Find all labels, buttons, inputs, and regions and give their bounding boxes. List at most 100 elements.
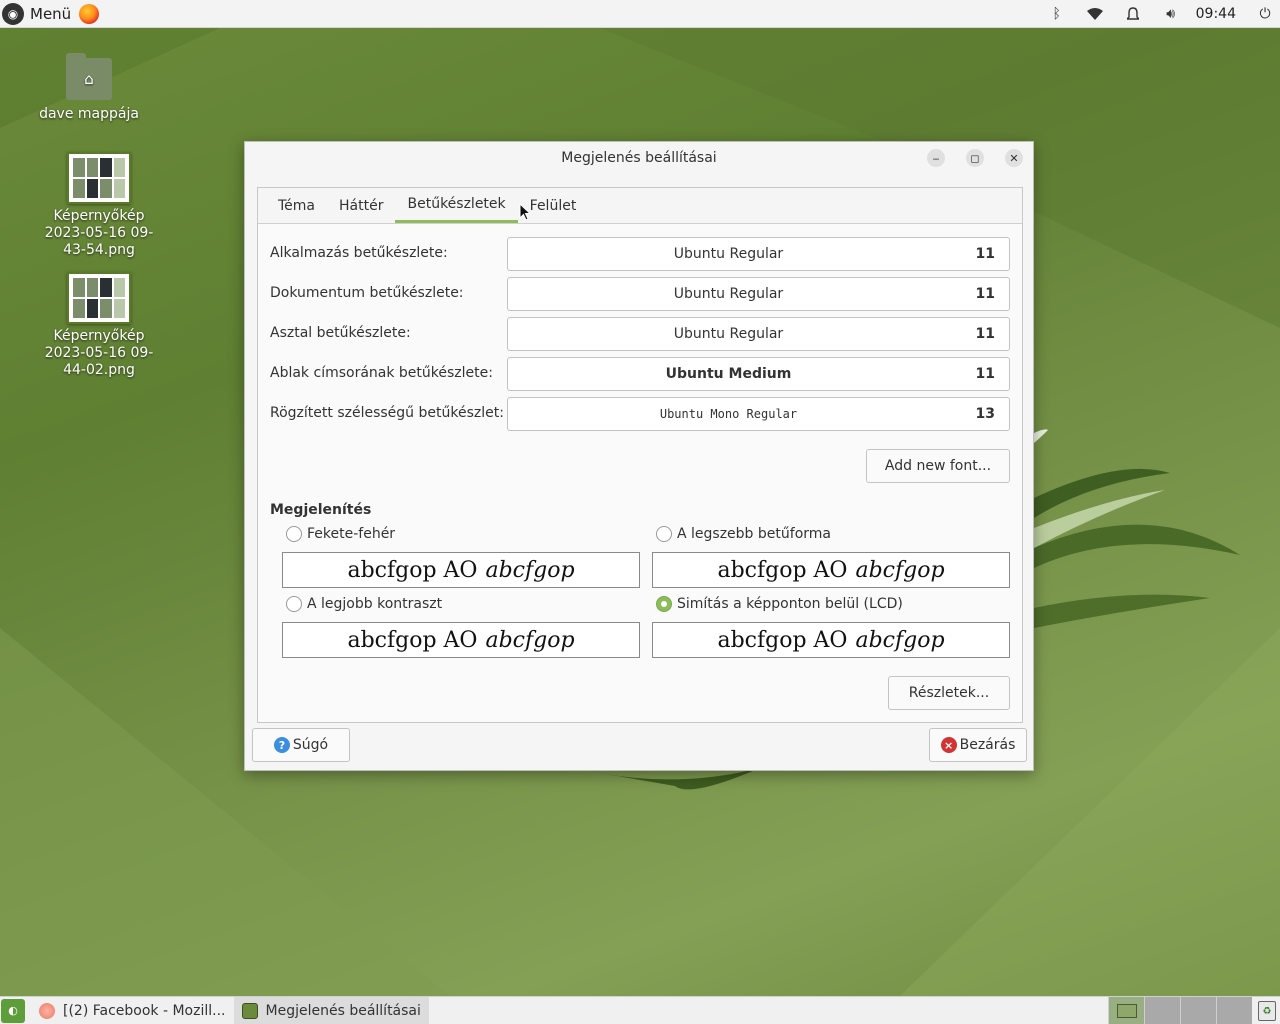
help-icon: ?	[273, 737, 290, 753]
close-window-button[interactable]: ✕	[1005, 149, 1023, 167]
workspace-4[interactable]	[1216, 997, 1252, 1024]
desktop-icon-home[interactable]: ⌂ dave mappája	[24, 53, 154, 122]
help-button[interactable]: ? Súgó	[252, 728, 350, 762]
font-row-window-title: Ablak címsorának betűkészlete: Ubuntu Me…	[270, 357, 1010, 391]
workspace-3[interactable]	[1180, 997, 1216, 1024]
tab-bar: Téma Háttér Betűkészletek Felület	[258, 188, 1022, 224]
font-label: Alkalmazás betűkészlete:	[270, 245, 448, 261]
radio-label: Fekete-fehér	[307, 526, 396, 542]
menu-button[interactable]: ◉ Menü	[0, 0, 71, 28]
menu-label: Menü	[30, 4, 72, 23]
font-label: Dokumentum betűkészlete:	[270, 285, 464, 301]
home-folder-icon: ⌂	[66, 53, 112, 100]
radio-button-selected[interactable]	[656, 596, 672, 612]
add-new-font-button[interactable]: Add new font...	[866, 449, 1010, 483]
radio-subpixel-lcd[interactable]: Simítás a képponton belül (LCD)	[656, 596, 903, 612]
font-size: 11	[975, 366, 995, 382]
font-chooser-button[interactable]: Ubuntu Mono Regular 13	[507, 397, 1010, 431]
workspace-2[interactable]	[1144, 997, 1180, 1024]
font-label: Asztal betűkészlete:	[270, 325, 411, 341]
sample-italic-text: abcfgop	[485, 557, 575, 583]
close-button[interactable]: × Bezárás	[929, 728, 1027, 762]
font-chooser-button[interactable]: Ubuntu Regular 11	[507, 317, 1010, 351]
radio-best-shapes[interactable]: A legszebb betűforma	[656, 526, 831, 542]
sample-text: abcfgop AO	[717, 557, 848, 583]
font-row-desktop: Asztal betűkészlete: Ubuntu Regular 11	[270, 317, 1010, 351]
desktop-icon-screenshot-2[interactable]: Képernyőkép 2023-05-16 09-44-02.png	[34, 272, 164, 379]
font-sample: abcfgop AO abcfgop	[282, 622, 640, 658]
font-label: Ablak címsorának betűkészlete:	[270, 365, 493, 381]
radio-button[interactable]	[286, 596, 302, 612]
workspace-switcher	[1108, 997, 1252, 1024]
workspace-1[interactable]	[1108, 997, 1144, 1024]
show-desktop-icon[interactable]: ◐	[1, 998, 25, 1023]
font-row-monospace: Rögzített szélességű betűkészlet: Ubuntu…	[270, 397, 1010, 431]
radio-label: A legszebb betűforma	[677, 526, 831, 542]
appearance-icon	[241, 1002, 258, 1019]
help-button-label: Súgó	[292, 737, 329, 753]
details-button[interactable]: Részletek...	[888, 676, 1010, 710]
font-chooser-button[interactable]: Ubuntu Medium 11	[507, 357, 1010, 391]
volume-icon[interactable]: 🔊︎	[1152, 0, 1190, 28]
desktop-icon-label: dave mappája	[39, 106, 139, 122]
font-name: Ubuntu Regular	[673, 246, 784, 262]
taskbar-item-label: Megjelenés beállításai	[265, 1002, 421, 1019]
radio-label: Simítás a képponton belül (LCD)	[677, 596, 903, 612]
font-name: Ubuntu Mono Regular	[659, 407, 798, 421]
font-size: 11	[975, 246, 995, 262]
bluetooth-icon[interactable]: ᛒ	[1038, 0, 1076, 28]
font-size: 11	[975, 286, 995, 302]
power-icon[interactable]: ⏻	[1250, 0, 1280, 28]
tab-background[interactable]: Háttér	[327, 188, 395, 223]
taskbar-item-appearance[interactable]: Megjelenés beállításai	[233, 996, 429, 1024]
radio-monochrome[interactable]: Fekete-fehér	[286, 526, 395, 542]
sample-text: abcfgop AO	[717, 627, 848, 653]
window-title: Megjelenés beállításai	[561, 150, 717, 166]
firefox-icon[interactable]	[79, 3, 100, 24]
font-label: Rögzített szélességű betűkészlet:	[270, 405, 504, 421]
radio-label: A legjobb kontraszt	[307, 596, 443, 612]
clock[interactable]: 09:44	[1196, 6, 1236, 22]
font-size: 13	[975, 406, 995, 422]
desktop-icon-screenshot-1[interactable]: Képernyőkép 2023-05-16 09-43-54.png	[34, 152, 164, 259]
radio-button[interactable]	[656, 526, 672, 542]
sample-text: abcfgop AO	[347, 627, 478, 653]
font-name: Ubuntu Regular	[673, 326, 784, 342]
system-tray: ᛒ 🔊︎ 09:44 ⏻	[1038, 0, 1280, 28]
font-name: Ubuntu Medium	[665, 366, 792, 382]
tab-fonts[interactable]: Betűkészletek	[395, 188, 518, 223]
minimize-button[interactable]: ‒	[927, 149, 945, 167]
trash-icon[interactable]: ♻	[1258, 1001, 1276, 1021]
title-bar[interactable]: Megjelenés beállításai ‒ ◻ ✕	[245, 142, 1033, 174]
taskbar-item-label: [(2) Facebook - Mozill...	[63, 1002, 226, 1019]
menu-logo-icon: ◉	[2, 2, 24, 25]
settings-notebook: Téma Háttér Betűkészletek Felület Alkalm…	[257, 187, 1023, 723]
taskbar-item-firefox[interactable]: [(2) Facebook - Mozill...	[31, 997, 234, 1024]
wifi-icon[interactable]	[1076, 0, 1114, 28]
font-sample: abcfgop AO abcfgop	[652, 552, 1010, 588]
font-name: Ubuntu Regular	[673, 286, 784, 302]
font-chooser-button[interactable]: Ubuntu Regular 11	[507, 277, 1010, 311]
font-row-application: Alkalmazás betűkészlete: Ubuntu Regular …	[270, 237, 1010, 271]
desktop-icon-label: Képernyőkép 2023-05-16 09-43-54.png	[44, 208, 154, 258]
tab-theme[interactable]: Téma	[266, 188, 327, 223]
mouse-cursor-icon	[519, 203, 531, 221]
firefox-icon	[39, 1002, 55, 1019]
font-size: 11	[975, 326, 995, 342]
radio-button[interactable]	[286, 526, 302, 542]
sample-italic-text: abcfgop	[855, 557, 945, 583]
radio-best-contrast[interactable]: A legjobb kontraszt	[286, 596, 442, 612]
bell-icon[interactable]	[1114, 0, 1152, 28]
font-sample: abcfgop AO abcfgop	[652, 622, 1010, 658]
top-panel: ◉ Menü ᛒ 🔊︎ 09:44 ⏻	[0, 0, 1280, 28]
font-chooser-button[interactable]: Ubuntu Regular 11	[507, 237, 1010, 271]
maximize-button[interactable]: ◻	[966, 149, 984, 167]
desktop-icon-label: Képernyőkép 2023-05-16 09-44-02.png	[44, 328, 154, 378]
sample-italic-text: abcfgop	[485, 627, 575, 653]
image-thumbnail-icon	[67, 272, 131, 324]
font-row-document: Dokumentum betűkészlete: Ubuntu Regular …	[270, 277, 1010, 311]
sample-italic-text: abcfgop	[855, 627, 945, 653]
rendering-section-title: Megjelenítés	[270, 502, 372, 518]
image-thumbnail-icon	[67, 152, 131, 204]
appearance-dialog: Megjelenés beállításai ‒ ◻ ✕ Téma Háttér…	[244, 141, 1034, 771]
